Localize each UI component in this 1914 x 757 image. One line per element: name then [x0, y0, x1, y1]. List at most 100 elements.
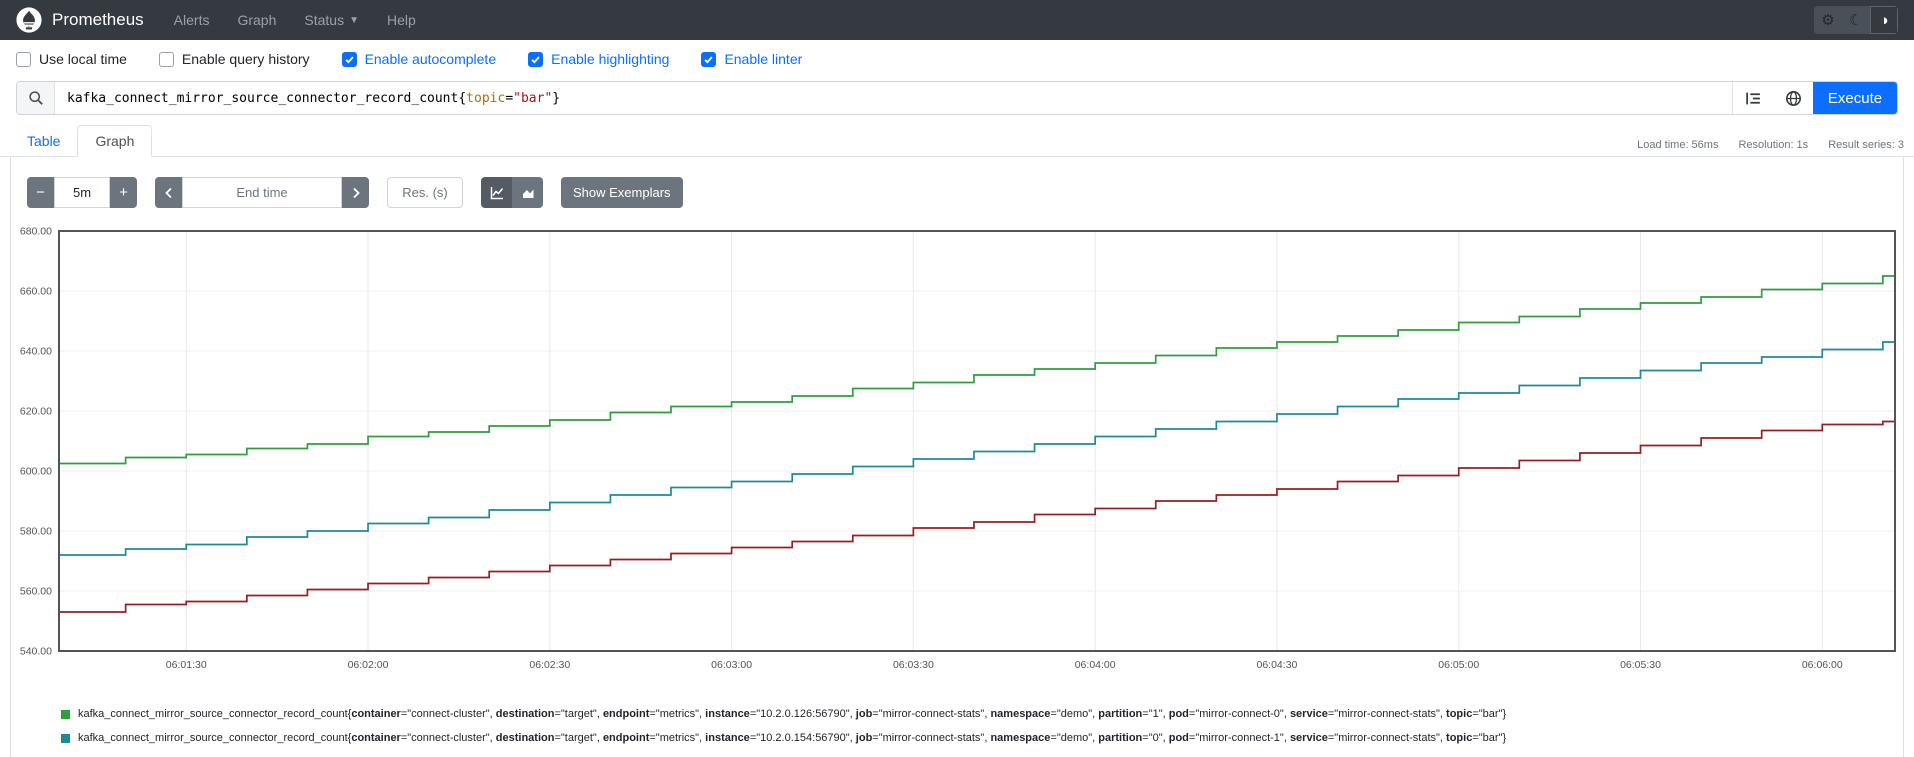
query-token-default: =	[505, 90, 514, 106]
settings-icon: ⚙	[1821, 12, 1835, 29]
moon-theme-button[interactable]: ☾	[1842, 6, 1870, 34]
query-token-default: }	[552, 90, 561, 106]
svg-text:540.00: 540.00	[20, 646, 52, 658]
checkbox-enable-query-history[interactable]: Enable query history	[158, 51, 310, 67]
svg-text:620.00: 620.00	[20, 406, 52, 418]
tab-graph[interactable]: Graph	[77, 125, 153, 157]
svg-text:660.00: 660.00	[20, 286, 52, 298]
svg-text:580.00: 580.00	[20, 526, 52, 538]
series-label-text: kafka_connect_mirror_source_connector_re…	[78, 732, 1507, 744]
checkbox-enable-autocomplete[interactable]: Enable autocomplete	[341, 51, 497, 67]
svg-text:06:04:30: 06:04:30	[1257, 659, 1298, 671]
svg-text:600.00: 600.00	[20, 466, 52, 478]
checkbox-enable-linter[interactable]: Enable linter	[701, 51, 802, 67]
nav-link-help[interactable]: Help	[373, 12, 430, 28]
contrast-icon: ◑	[1879, 11, 1889, 29]
prometheus-logo-icon	[16, 7, 42, 33]
graph-panel: − +	[10, 157, 1904, 757]
checked-checkbox-icon	[528, 51, 544, 67]
checkbox-label: Enable autocomplete	[364, 51, 497, 67]
metrics-explorer-icon	[1745, 90, 1762, 107]
stacked-chart-toggle-button[interactable]	[512, 177, 543, 208]
options-row: Use local time Enable query history Enable…	[0, 40, 1914, 75]
tab-table[interactable]: Table	[10, 126, 77, 156]
svg-text:680.00: 680.00	[20, 226, 52, 238]
tabs-row: Table Graph Load time: 56ms Resolution: …	[0, 123, 1914, 157]
search-addon	[17, 82, 55, 114]
nav-link-alerts[interactable]: Alerts	[160, 12, 224, 28]
search-icon	[28, 90, 44, 106]
brand-title: Prometheus	[52, 10, 144, 29]
range-input[interactable]	[54, 177, 110, 208]
series-color-swatch	[61, 709, 70, 719]
graph-area: 540.00 560.00 580.00 600.00 620.00 640.00 660.…	[11, 208, 1903, 680]
contrast-theme-button[interactable]: ◑	[1870, 6, 1898, 34]
line-chart-toggle-button[interactable]	[481, 177, 512, 208]
query-token-default: kafka_connect_mirror_source_connector_re…	[67, 90, 467, 106]
checkbox-label: Enable query history	[181, 51, 310, 67]
resolution-stat: Resolution: 1s	[1738, 139, 1809, 151]
svg-text:06:03:00: 06:03:00	[711, 659, 752, 671]
checkbox-label: Use local time	[39, 51, 127, 67]
query-stats: Load time: 56ms Resolution: 1s Result se…	[1637, 139, 1904, 156]
legend-item[interactable]: kafka_connect_mirror_source_connector_re…	[61, 702, 1903, 726]
query-row: kafka_connect_mirror_source_connector_re…	[0, 75, 1914, 123]
svg-text:06:06:00: 06:06:00	[1802, 659, 1843, 671]
navbar: Prometheus Alerts Graph Status ▼ Help ⚙ ☾ ◑	[0, 0, 1914, 40]
nav-links: Alerts Graph Status ▼ Help	[160, 12, 430, 28]
graph-legend: kafka_connect_mirror_source_connector_re…	[61, 702, 1903, 757]
svg-text:06:02:30: 06:02:30	[529, 659, 570, 671]
series-label-text: kafka_connect_mirror_source_connector_re…	[78, 708, 1507, 720]
execute-button[interactable]: Execute	[1813, 82, 1897, 114]
explain-query-button[interactable]	[1773, 82, 1813, 114]
series-color-swatch	[61, 733, 70, 743]
legend-item[interactable]: kafka_connect_mirror_source_connector_re…	[61, 750, 1903, 757]
svg-text:06:05:30: 06:05:30	[1620, 659, 1661, 671]
checkbox-enable-highlighting[interactable]: Enable highlighting	[528, 51, 669, 67]
checkbox-label: Enable highlighting	[551, 51, 670, 67]
end-time-input[interactable]	[182, 177, 342, 208]
prometheus-brand[interactable]: Prometheus	[16, 7, 144, 33]
svg-text:06:02:00: 06:02:00	[348, 659, 389, 671]
svg-text:06:05:00: 06:05:00	[1438, 659, 1479, 671]
graph-canvas[interactable]: 540.00 560.00 580.00 600.00 620.00 640.00 660.…	[13, 224, 1899, 675]
range-increase-button[interactable]: +	[110, 177, 137, 208]
result-series-stat: Result series: 3	[1828, 139, 1904, 151]
globe-icon	[1785, 90, 1802, 107]
range-decrease-button[interactable]: −	[27, 177, 54, 208]
svg-text:06:01:30: 06:01:30	[166, 659, 207, 671]
query-token-string: "bar"	[513, 90, 553, 106]
metrics-explorer-button[interactable]	[1733, 82, 1773, 114]
legend-item[interactable]: kafka_connect_mirror_source_connector_re…	[61, 726, 1903, 750]
svg-text:640.00: 640.00	[20, 346, 52, 358]
checkbox-use-local-time[interactable]: Use local time	[16, 51, 127, 67]
query-icon-buttons	[1732, 82, 1813, 114]
query-token-label: topic	[466, 90, 506, 106]
checkbox-label: Enable linter	[724, 51, 803, 67]
line-chart-icon	[489, 185, 505, 201]
nav-link-graph[interactable]: Graph	[223, 12, 290, 28]
chevron-left-icon	[163, 186, 175, 200]
resolution-input[interactable]	[387, 177, 463, 208]
moon-icon: ☾	[1849, 12, 1863, 29]
query-group: kafka_connect_mirror_source_connector_re…	[16, 81, 1898, 115]
graph-toolbar: − +	[11, 157, 1903, 208]
time-back-button[interactable]	[155, 177, 182, 208]
settings-theme-button[interactable]: ⚙	[1814, 6, 1842, 34]
svg-text:560.00: 560.00	[20, 586, 52, 598]
svg-text:06:04:00: 06:04:00	[1075, 659, 1116, 671]
theme-toggle-group: ⚙ ☾ ◑	[1814, 6, 1898, 34]
query-expression-input[interactable]: kafka_connect_mirror_source_connector_re…	[55, 82, 1732, 114]
load-time-stat: Load time: 56ms	[1637, 139, 1719, 151]
show-exemplars-button[interactable]: Show Exemplars	[561, 177, 683, 208]
unchecked-checkbox-icon	[158, 51, 174, 67]
chevron-down-icon: ▼	[349, 14, 359, 26]
svg-text:06:03:30: 06:03:30	[893, 659, 934, 671]
nav-link-status[interactable]: Status ▼	[290, 12, 373, 28]
checked-checkbox-icon	[341, 51, 357, 67]
time-forward-button[interactable]	[342, 177, 369, 208]
chevron-right-icon	[350, 186, 362, 200]
unchecked-checkbox-icon	[16, 51, 31, 67]
stacked-chart-icon	[520, 185, 536, 201]
checked-checkbox-icon	[701, 51, 717, 67]
